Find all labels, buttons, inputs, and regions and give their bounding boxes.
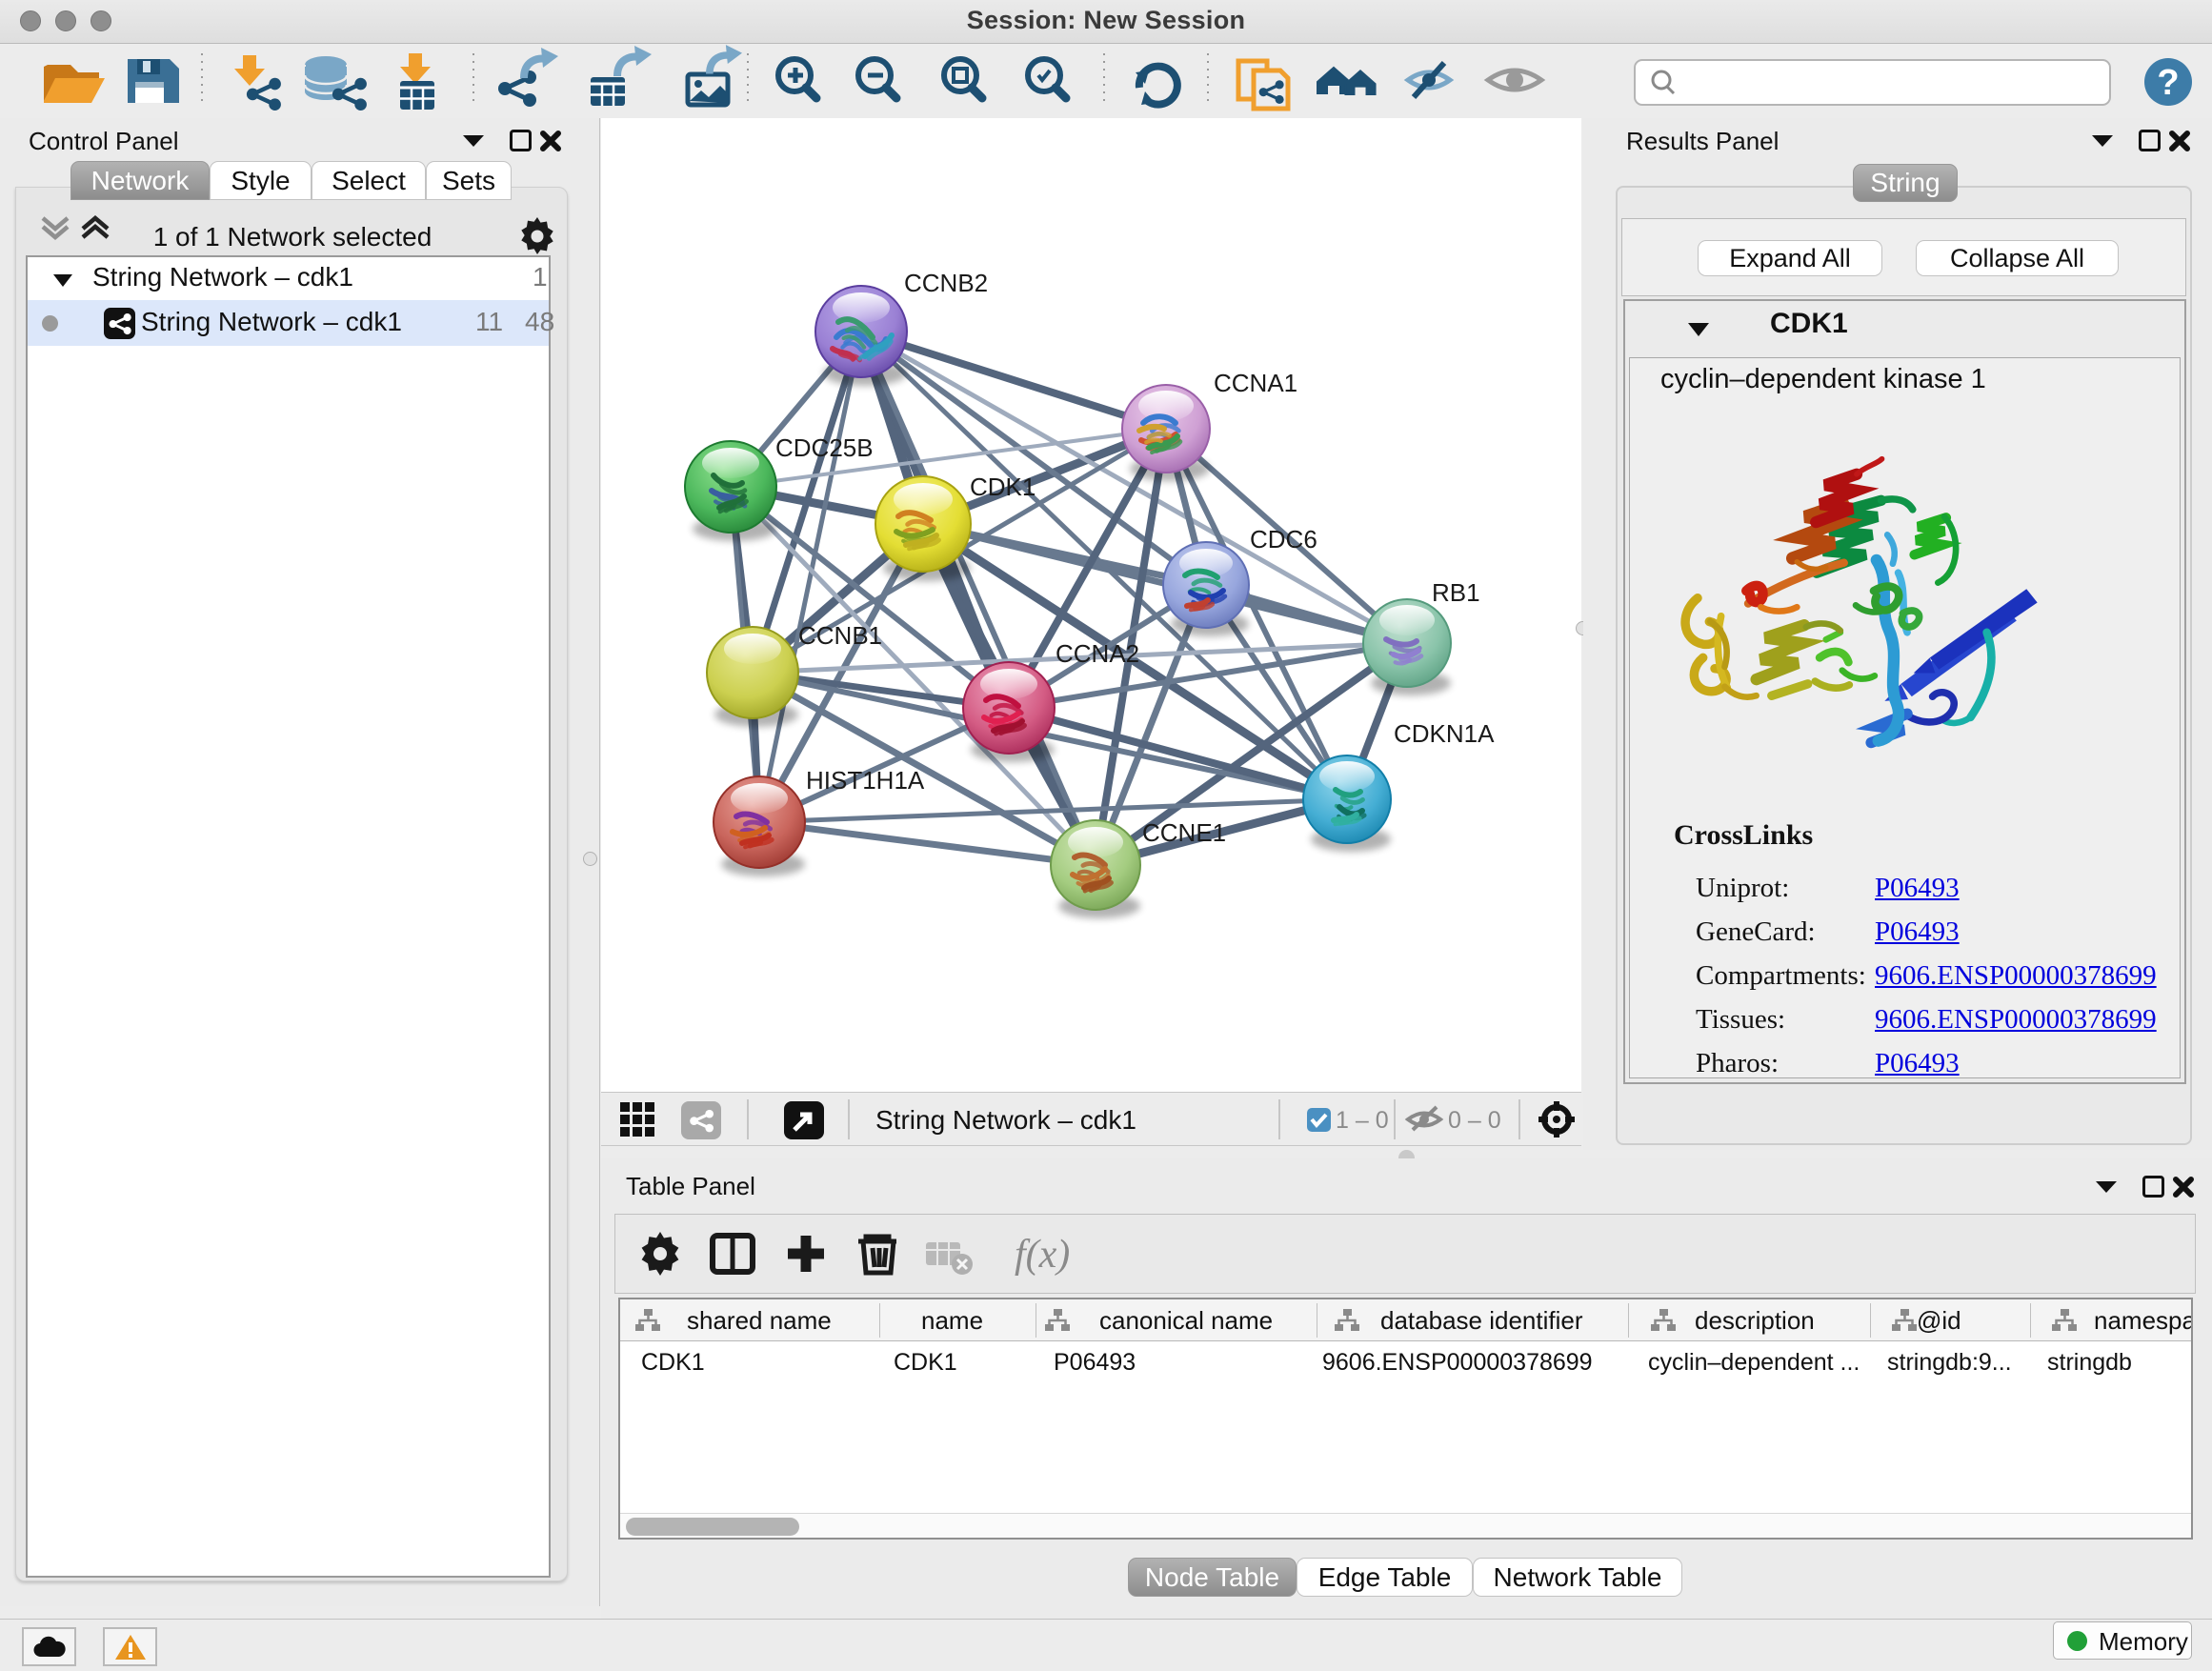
svg-text:CDC6: CDC6: [1250, 525, 1317, 554]
svg-text:CDK1: CDK1: [970, 473, 1036, 501]
svg-text:RB1: RB1: [1432, 578, 1480, 607]
svg-text:CCNE1: CCNE1: [1142, 818, 1226, 847]
svg-text:f(x): f(x): [1015, 1233, 1070, 1277]
svg-text:?: ?: [2157, 63, 2179, 103]
svg-text:CCNB1: CCNB1: [798, 621, 882, 650]
svg-text:0 – 0: 0 – 0: [1448, 1107, 1501, 1134]
svg-text:CCNA2: CCNA2: [1056, 639, 1139, 668]
svg-text:HIST1H1A: HIST1H1A: [806, 766, 925, 795]
svg-text:1 – 0: 1 – 0: [1336, 1107, 1389, 1134]
svg-text:CCNB2: CCNB2: [904, 269, 988, 297]
svg-text:CDC25B: CDC25B: [775, 433, 874, 462]
svg-text:CCNA1: CCNA1: [1214, 369, 1297, 397]
svg-text:CDKN1A: CDKN1A: [1394, 719, 1495, 748]
